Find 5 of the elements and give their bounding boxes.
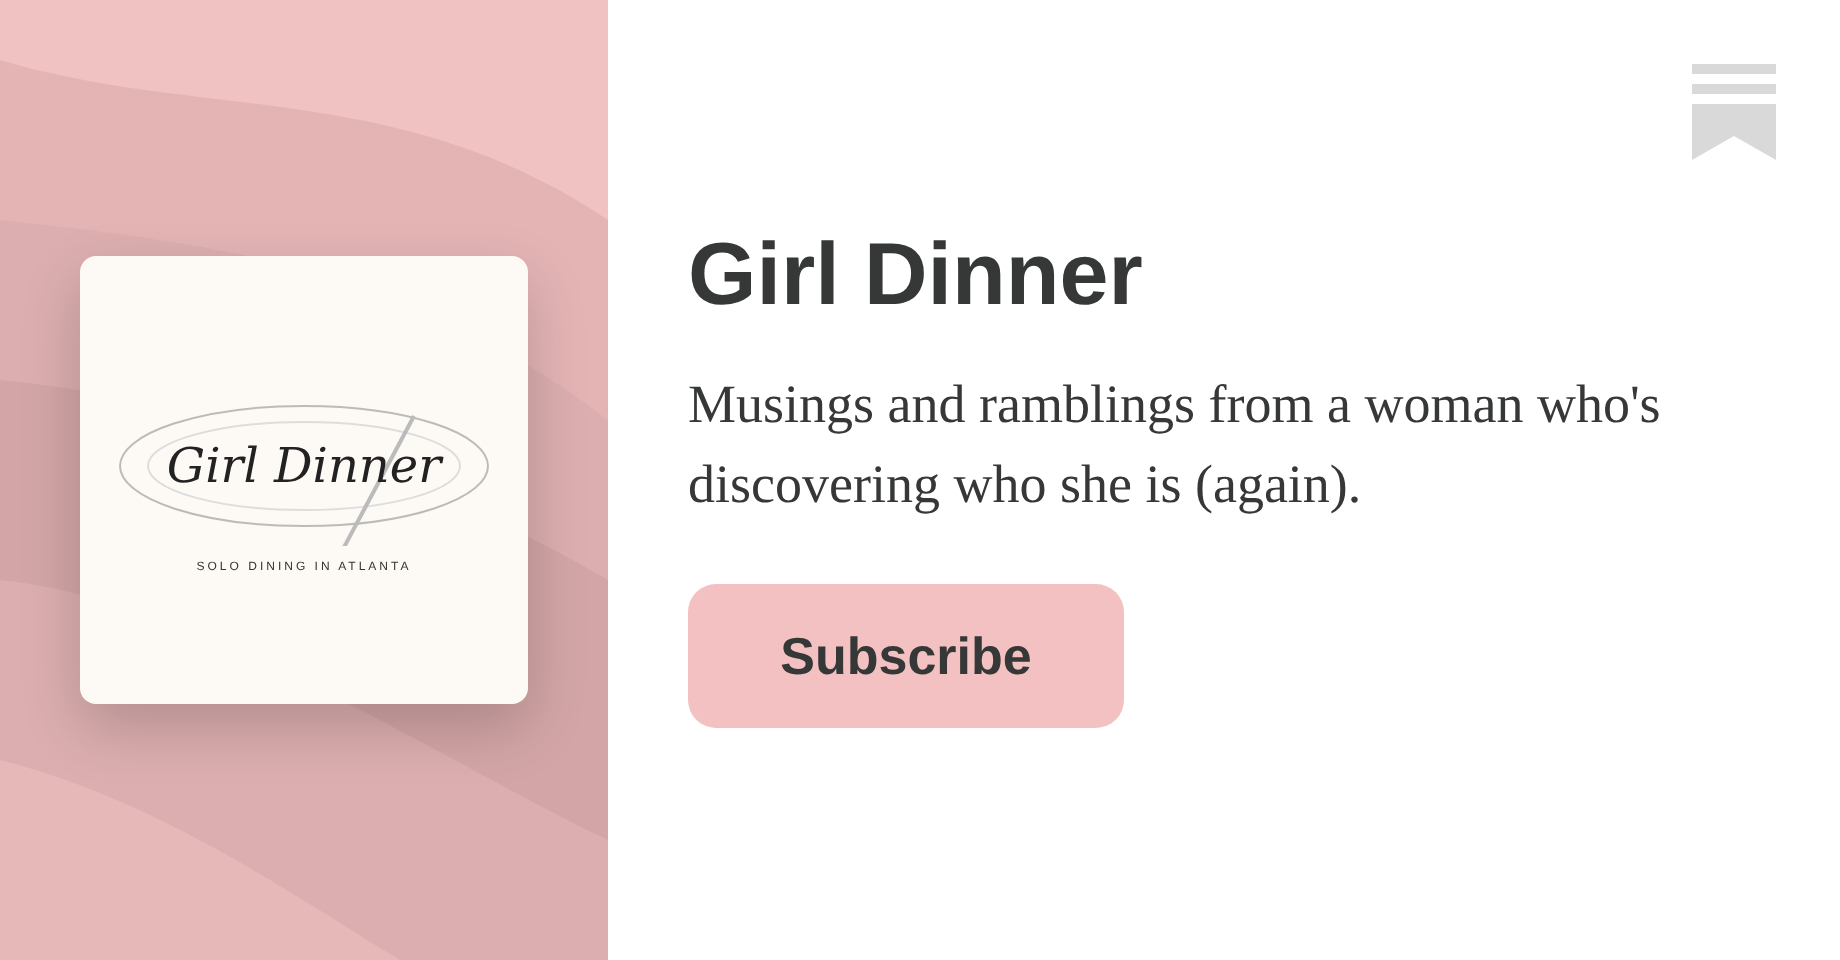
publication-title: Girl Dinner xyxy=(688,224,1145,328)
subscribe-button[interactable]: Subscribe xyxy=(688,584,1124,728)
logo-title: Girl Dinner xyxy=(166,438,442,494)
publication-description: Musings and ramblings from a woman who's discovering who she is (again). xyxy=(688,372,1663,518)
bookmark-icon[interactable] xyxy=(1692,64,1776,160)
